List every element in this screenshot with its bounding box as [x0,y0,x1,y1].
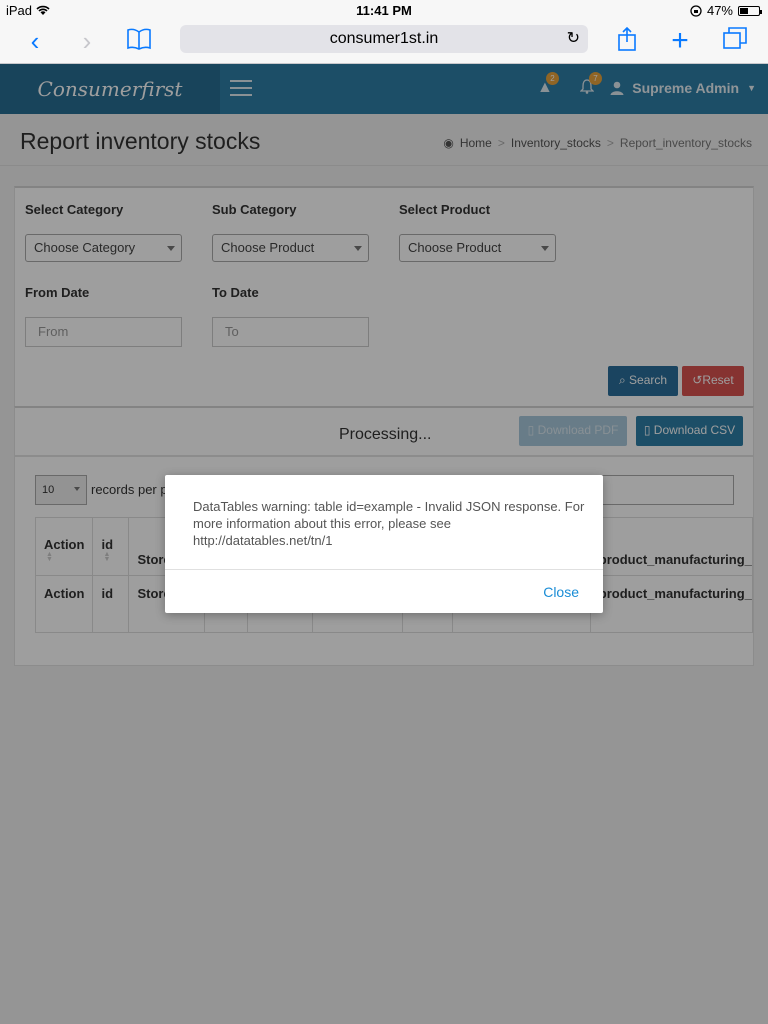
share-button[interactable] [612,26,642,56]
status-bar: iPad 11:41 PM 47% [0,0,768,20]
book-icon [127,28,151,50]
back-button[interactable]: ‹ [20,26,50,56]
alert-dialog: DataTables warning: table id=example - I… [165,475,603,613]
battery-icon [738,5,762,16]
dialog-divider [165,569,603,570]
url-text: consumer1st.in [329,30,439,47]
bookmarks-button[interactable] [124,26,154,56]
close-button[interactable]: Close [543,584,579,600]
forward-button[interactable]: › [72,26,102,56]
alert-message: DataTables warning: table id=example - I… [193,499,585,548]
tabs-icon [723,27,747,49]
tabs-button[interactable] [720,26,750,56]
clock: 11:41 PM [356,3,412,18]
battery-percent: 47% [706,3,733,18]
orientation-lock-icon [690,4,702,17]
browser-toolbar: ‹ › consumer1st.in ↻ + [0,20,768,64]
address-bar[interactable]: consumer1st.in ↻ [180,25,588,53]
share-icon [618,26,636,51]
new-tab-button[interactable]: + [665,26,695,56]
reload-icon[interactable]: ↻ [567,25,580,53]
